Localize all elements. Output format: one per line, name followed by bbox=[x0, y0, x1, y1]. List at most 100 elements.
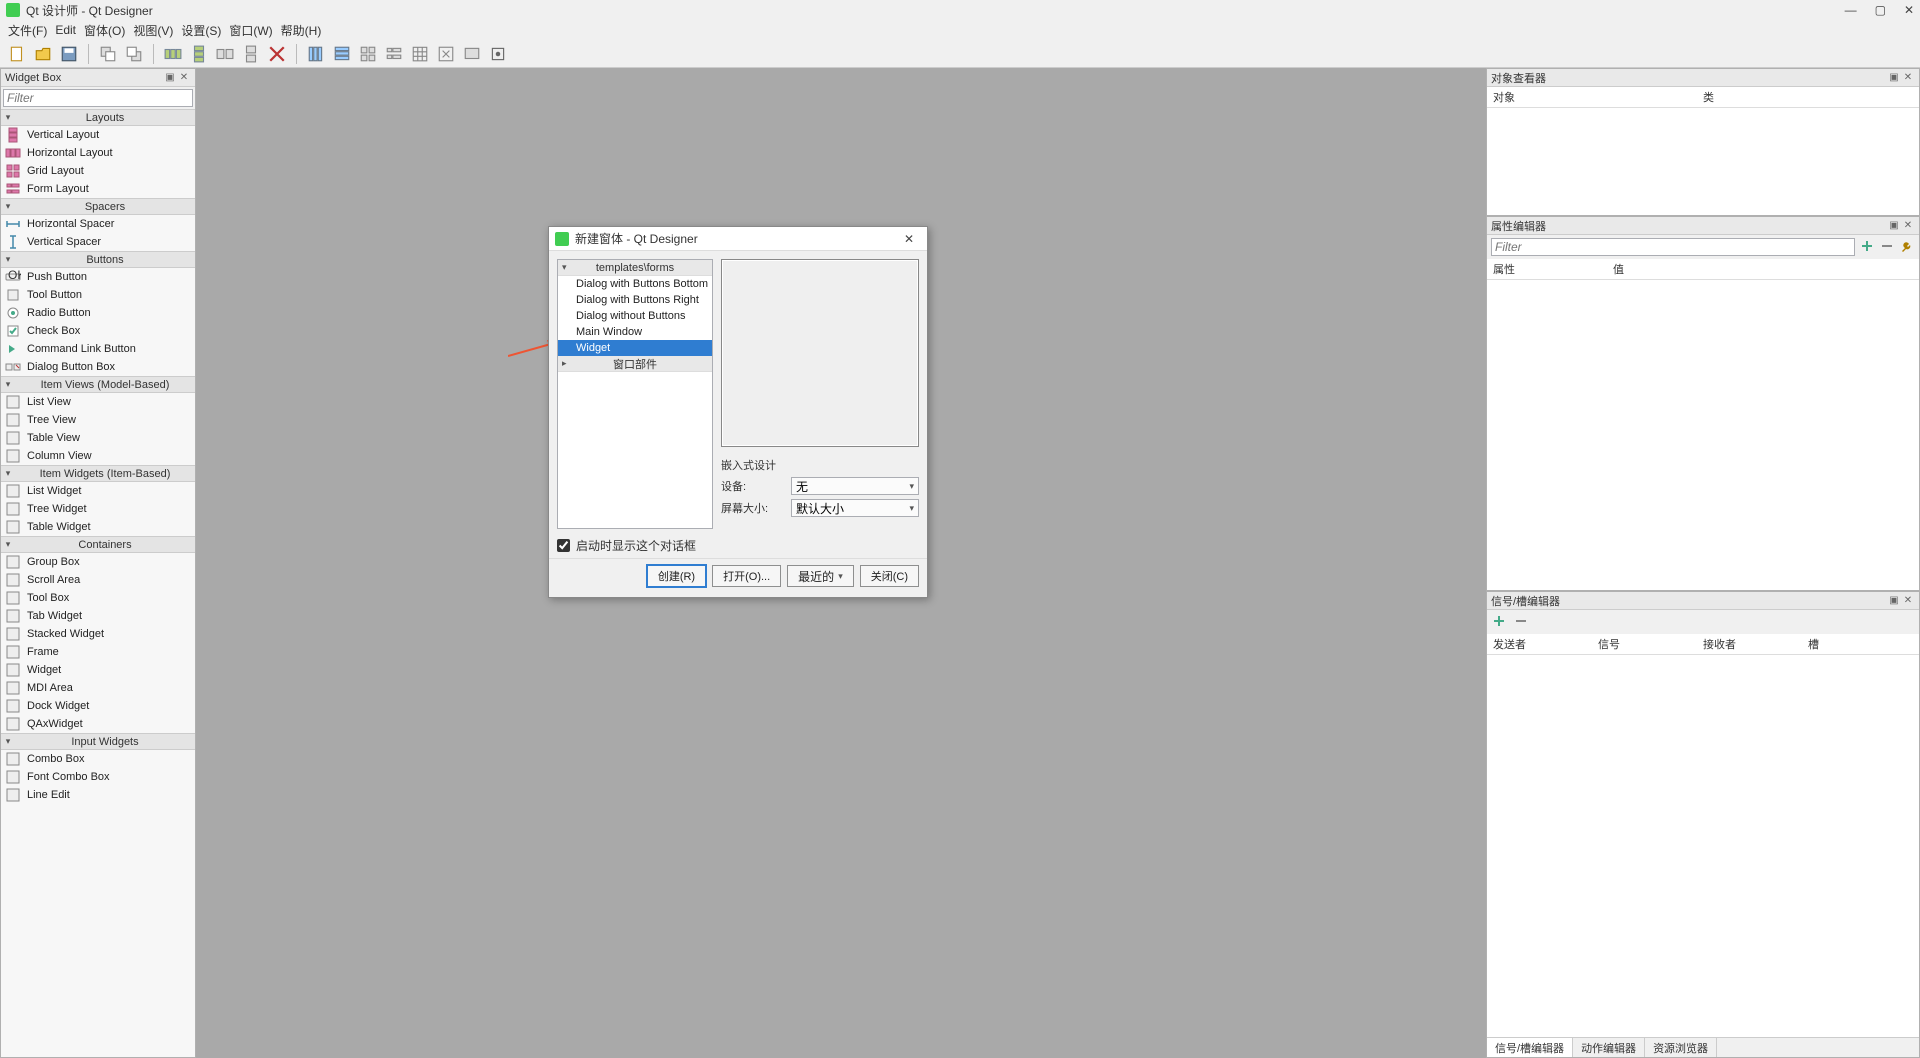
gridlayout-icon[interactable] bbox=[409, 43, 431, 65]
add-signal-icon[interactable] bbox=[1491, 613, 1507, 632]
property-col[interactable]: 属性 bbox=[1493, 261, 1613, 277]
menu-edit[interactable]: Edit bbox=[51, 21, 80, 39]
widget-item[interactable]: Group Box bbox=[1, 553, 195, 571]
object-inspector-body[interactable] bbox=[1487, 108, 1919, 215]
panel-float-button[interactable]: ▣ bbox=[1887, 219, 1901, 233]
menu-view[interactable]: 视图(V) bbox=[129, 20, 177, 41]
panel-close-button[interactable]: ✕ bbox=[1901, 594, 1915, 608]
panel-float-button[interactable]: ▣ bbox=[1887, 594, 1901, 608]
menu-window[interactable]: 窗口(W) bbox=[225, 20, 276, 41]
widget-item[interactable]: Dock Widget bbox=[1, 697, 195, 715]
form-template-tree[interactable]: ▾templates\forms Dialog with Buttons Bot… bbox=[557, 259, 713, 529]
template-dialog-no-buttons[interactable]: Dialog without Buttons bbox=[558, 308, 712, 324]
widget-item[interactable]: Tab Widget bbox=[1, 607, 195, 625]
panel-close-button[interactable]: ✕ bbox=[177, 71, 191, 85]
panel-close-button[interactable]: ✕ bbox=[1901, 71, 1915, 85]
property-wrench-icon[interactable] bbox=[1899, 238, 1915, 257]
layout-vs-button[interactable] bbox=[240, 43, 262, 65]
menu-file[interactable]: 文件(F) bbox=[4, 20, 51, 41]
open-button[interactable] bbox=[32, 43, 54, 65]
widget-item[interactable]: Command Link Button bbox=[1, 340, 195, 358]
preview-icon[interactable] bbox=[461, 43, 483, 65]
device-combo[interactable]: 无▾ bbox=[791, 477, 919, 495]
widget-box-filter[interactable] bbox=[3, 89, 193, 107]
vlayout-icon[interactable] bbox=[331, 43, 353, 65]
widget-category[interactable]: ▾Item Widgets (Item-Based) bbox=[1, 465, 195, 482]
widget-category[interactable]: ▾Item Views (Model-Based) bbox=[1, 376, 195, 393]
class-col[interactable]: 类 bbox=[1703, 89, 1913, 105]
property-filter[interactable] bbox=[1491, 238, 1855, 256]
layout-hs-button[interactable] bbox=[214, 43, 236, 65]
widget-item[interactable]: Grid Layout bbox=[1, 162, 195, 180]
new-button[interactable] bbox=[6, 43, 28, 65]
remove-property-icon[interactable] bbox=[1879, 238, 1895, 257]
widget-box-list[interactable]: ▾LayoutsVertical LayoutHorizontal Layout… bbox=[1, 109, 195, 1057]
tab-resource-browser[interactable]: 资源浏览器 bbox=[1645, 1038, 1717, 1057]
tab-action-editor[interactable]: 动作编辑器 bbox=[1573, 1038, 1645, 1057]
widget-item[interactable]: Vertical Layout bbox=[1, 126, 195, 144]
template-main-window[interactable]: Main Window bbox=[558, 324, 712, 340]
remove-signal-icon[interactable] bbox=[1513, 613, 1529, 632]
widget-category[interactable]: ▾Input Widgets bbox=[1, 733, 195, 750]
minimize-button[interactable]: — bbox=[1845, 3, 1857, 17]
widget-item[interactable]: OKPush Button bbox=[1, 268, 195, 286]
widget-item[interactable]: Form Layout bbox=[1, 180, 195, 198]
dialog-close-button[interactable]: ✕ bbox=[897, 232, 921, 246]
close-button[interactable]: ✕ bbox=[1904, 3, 1914, 17]
widget-item[interactable]: Font Combo Box bbox=[1, 768, 195, 786]
break-layout-button[interactable] bbox=[266, 43, 288, 65]
widget-item[interactable]: Tree Widget bbox=[1, 500, 195, 518]
sender-col[interactable]: 发送者 bbox=[1493, 636, 1598, 652]
widget-item[interactable]: Tool Button bbox=[1, 286, 195, 304]
recent-button[interactable]: 最近的▾ bbox=[787, 565, 854, 587]
menu-form[interactable]: 窗体(O) bbox=[80, 20, 129, 41]
template-dialog-buttons-right[interactable]: Dialog with Buttons Right bbox=[558, 292, 712, 308]
panel-float-button[interactable]: ▣ bbox=[1887, 71, 1901, 85]
bring-front-button[interactable] bbox=[123, 43, 145, 65]
edit-widgets-icon[interactable] bbox=[487, 43, 509, 65]
widget-item[interactable]: Line Edit bbox=[1, 786, 195, 804]
form-icon[interactable] bbox=[383, 43, 405, 65]
create-button[interactable]: 创建(R) bbox=[647, 565, 706, 587]
panel-float-button[interactable]: ▣ bbox=[163, 71, 177, 85]
open-button[interactable]: 打开(O)... bbox=[712, 565, 781, 587]
layout-v-button[interactable] bbox=[188, 43, 210, 65]
save-button[interactable] bbox=[58, 43, 80, 65]
widget-item[interactable]: Scroll Area bbox=[1, 571, 195, 589]
value-col[interactable]: 值 bbox=[1613, 261, 1913, 277]
screen-size-combo[interactable]: 默认大小▾ bbox=[791, 499, 919, 517]
add-property-icon[interactable] bbox=[1859, 238, 1875, 257]
receiver-col[interactable]: 接收者 bbox=[1703, 636, 1808, 652]
property-editor-body[interactable] bbox=[1487, 280, 1919, 590]
send-back-button[interactable] bbox=[97, 43, 119, 65]
widget-item[interactable]: MDI Area bbox=[1, 679, 195, 697]
widget-category[interactable]: ▾Spacers bbox=[1, 198, 195, 215]
widget-item[interactable]: List View bbox=[1, 393, 195, 411]
menu-help[interactable]: 帮助(H) bbox=[277, 20, 326, 41]
widget-item[interactable]: List Widget bbox=[1, 482, 195, 500]
widget-category[interactable]: ▾Layouts bbox=[1, 109, 195, 126]
adjust-size-icon[interactable] bbox=[435, 43, 457, 65]
tab-signal-slot[interactable]: 信号/槽编辑器 bbox=[1487, 1038, 1573, 1057]
signal-editor-body[interactable] bbox=[1487, 655, 1919, 1037]
widget-item[interactable]: Tool Box bbox=[1, 589, 195, 607]
widget-item[interactable]: Horizontal Layout bbox=[1, 144, 195, 162]
object-col[interactable]: 对象 bbox=[1493, 89, 1703, 105]
close-dialog-button[interactable]: 关闭(C) bbox=[860, 565, 919, 587]
tree-category-widgets[interactable]: 窗口部件 bbox=[613, 356, 657, 372]
widget-item[interactable]: Tree View bbox=[1, 411, 195, 429]
widget-item[interactable]: Column View bbox=[1, 447, 195, 465]
layout-h-button[interactable] bbox=[162, 43, 184, 65]
hlayout-icon[interactable] bbox=[305, 43, 327, 65]
slot-col[interactable]: 槽 bbox=[1808, 636, 1913, 652]
widget-item[interactable]: QAxWidget bbox=[1, 715, 195, 733]
widget-item[interactable]: Horizontal Spacer bbox=[1, 215, 195, 233]
widget-item[interactable]: Radio Button bbox=[1, 304, 195, 322]
widget-item[interactable]: Widget bbox=[1, 661, 195, 679]
widget-item[interactable]: Check Box bbox=[1, 322, 195, 340]
widget-item[interactable]: Dialog Button Box bbox=[1, 358, 195, 376]
widget-item[interactable]: Vertical Spacer bbox=[1, 233, 195, 251]
maximize-button[interactable]: ▢ bbox=[1875, 3, 1886, 17]
grid-icon[interactable] bbox=[357, 43, 379, 65]
template-dialog-buttons-bottom[interactable]: Dialog with Buttons Bottom bbox=[558, 276, 712, 292]
